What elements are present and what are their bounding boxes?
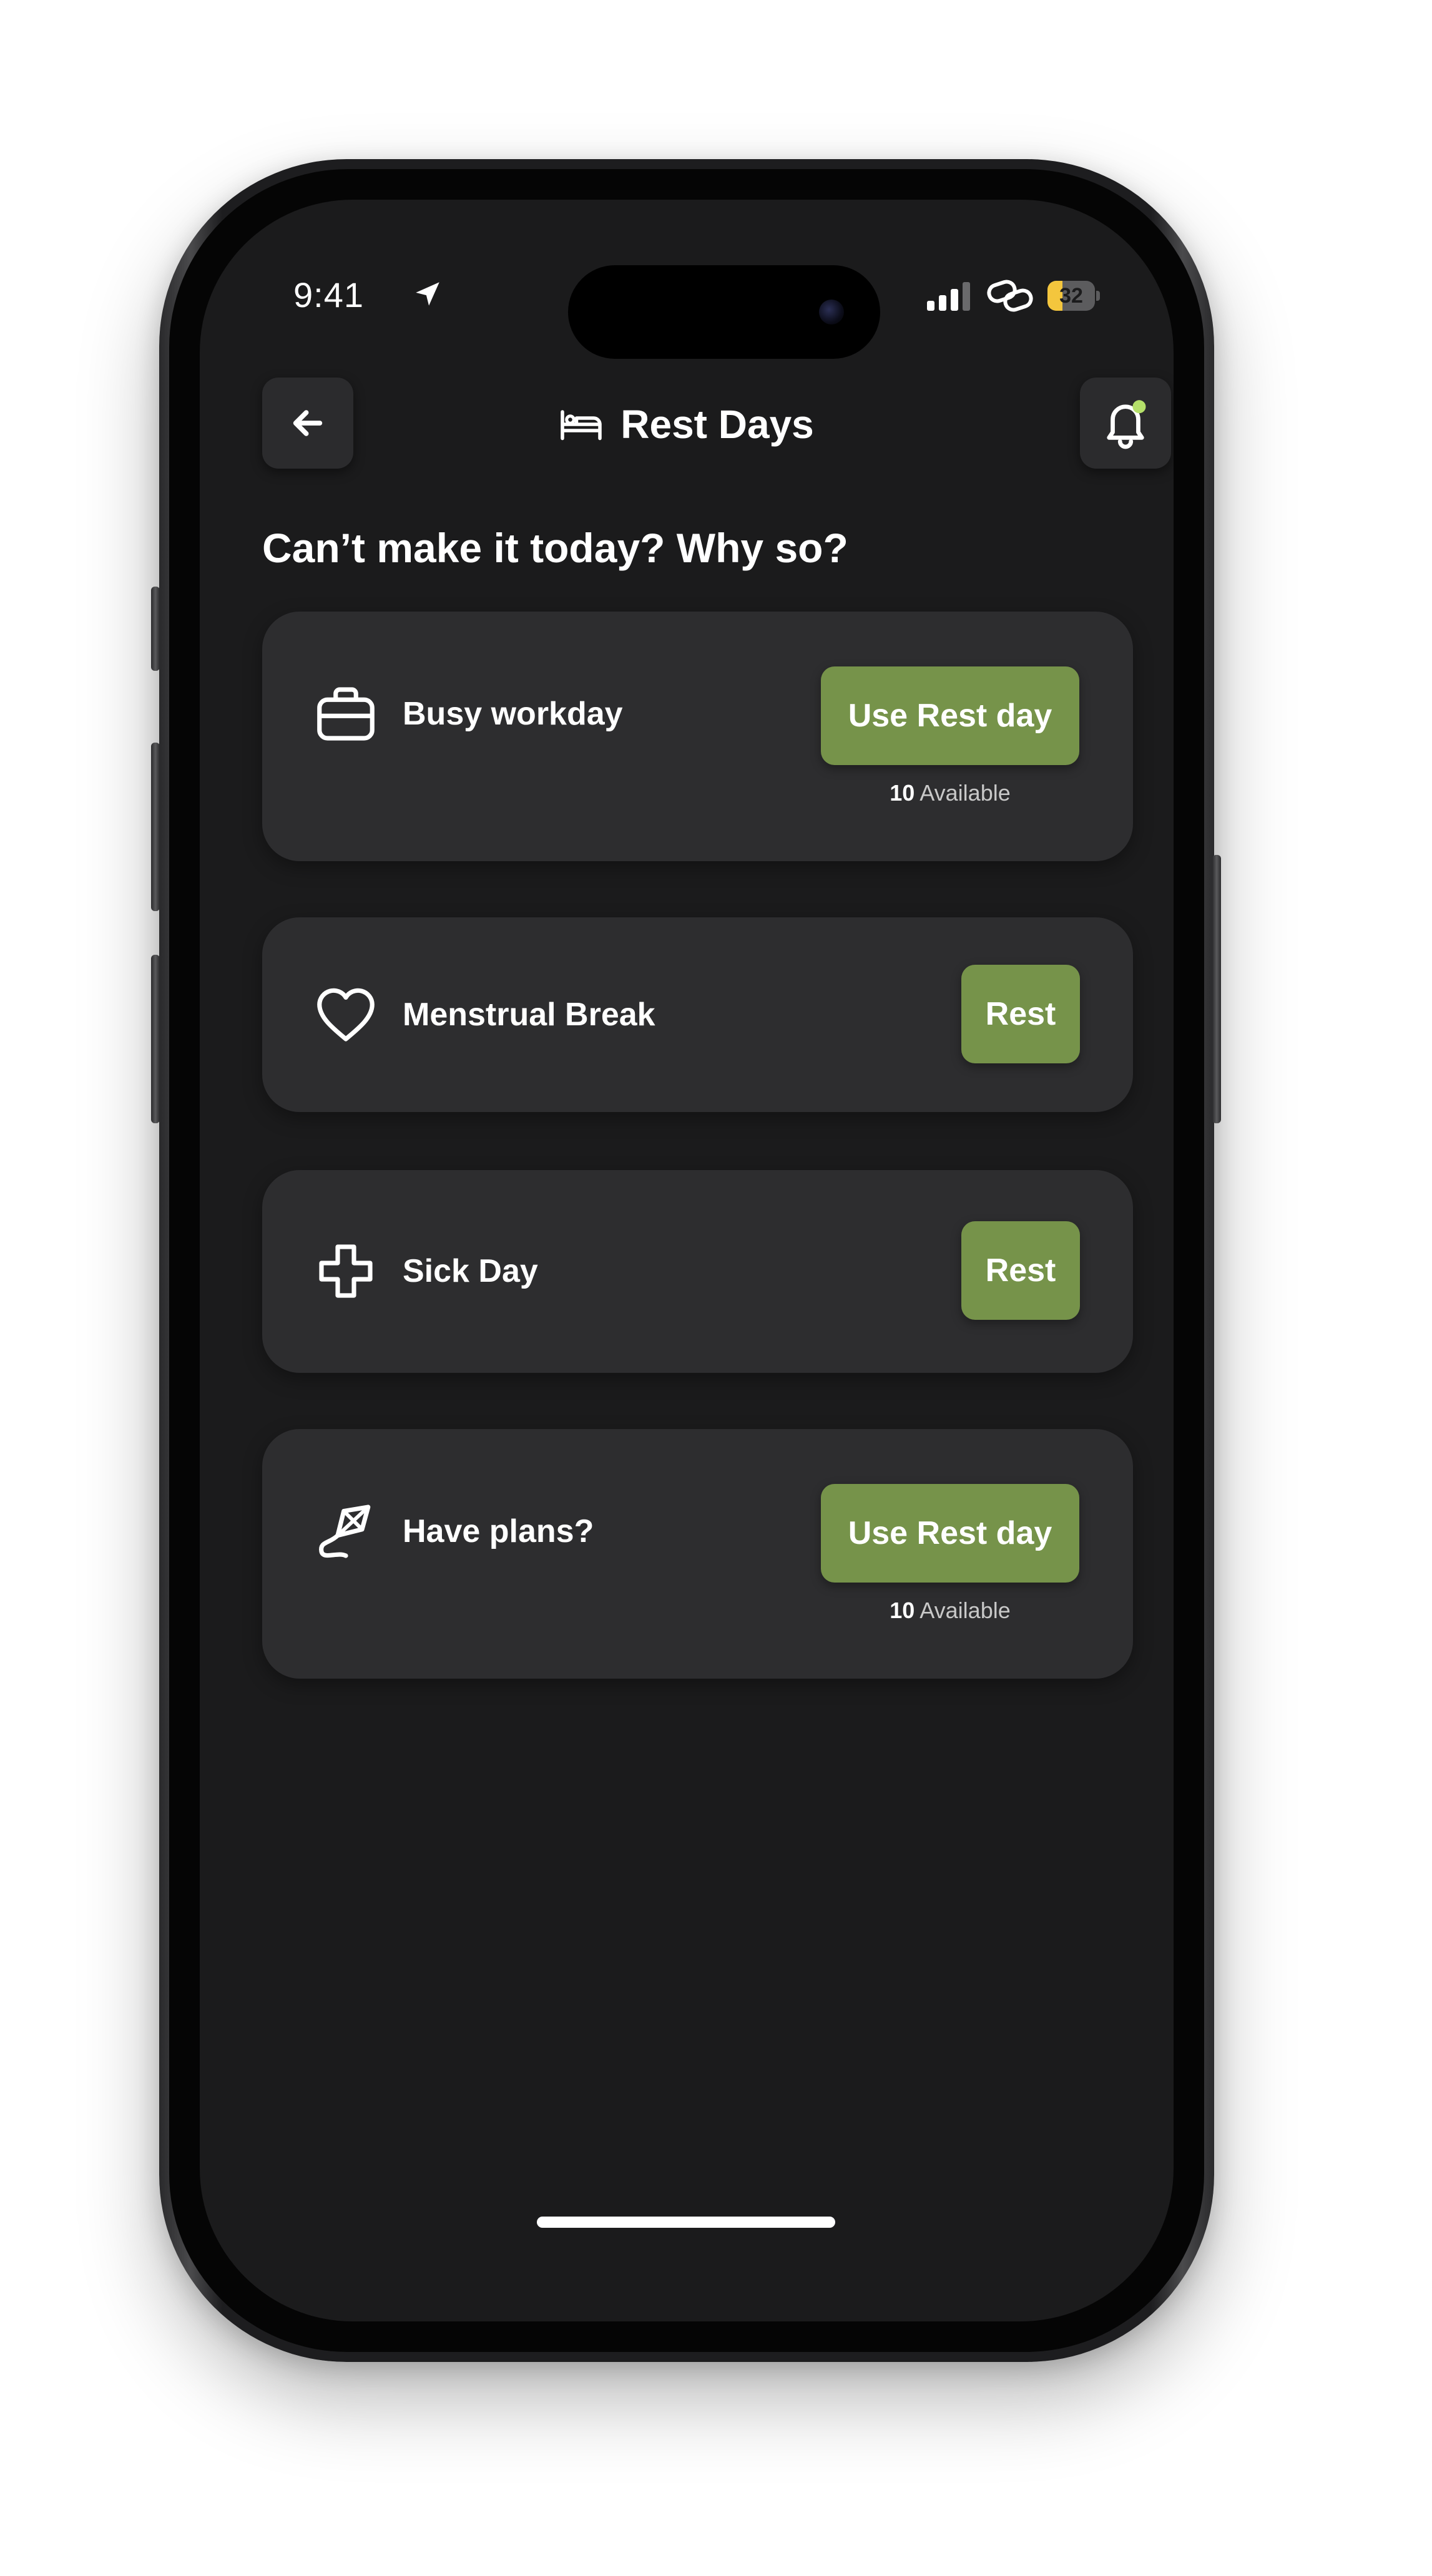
reason-card-sick-day: Sick Day Rest [262, 1170, 1133, 1373]
kite-icon [319, 1505, 371, 1558]
cellular-signal-icon [927, 282, 970, 311]
action-button [151, 587, 160, 671]
reason-label: Menstrual Break [403, 997, 655, 1033]
home-indicator[interactable] [537, 2217, 835, 2228]
bell-icon [1107, 400, 1146, 449]
rest-button[interactable]: Rest [961, 1221, 1080, 1320]
front-camera [819, 300, 844, 324]
use-rest-day-button[interactable]: Use Rest day [821, 666, 1079, 765]
reason-label: Sick Day [403, 1253, 538, 1289]
phone-frame: 9:41 32 Rest Days Can’t make it today? W… [159, 159, 1214, 2362]
available-text: Available [920, 1598, 1011, 1623]
reason-card-menstrual-break: Menstrual Break Rest [262, 917, 1133, 1112]
reason-label: Have plans? [403, 1513, 594, 1549]
link-icon [987, 280, 1033, 312]
volume-down-button [151, 955, 160, 1123]
medical-cross-icon [319, 1244, 373, 1298]
available-count-label: 10 Available [821, 1598, 1079, 1624]
battery-body: 32 [1047, 281, 1095, 311]
rest-button[interactable]: Rest [961, 965, 1080, 1063]
dynamic-island [568, 265, 880, 359]
use-rest-day-button[interactable]: Use Rest day [821, 1484, 1079, 1583]
briefcase-icon [317, 687, 375, 741]
power-button [1212, 855, 1221, 1123]
battery-level: 32 [1059, 284, 1083, 308]
available-text: Available [920, 780, 1011, 806]
volume-up-button [151, 743, 160, 911]
available-count: 10 [890, 1598, 915, 1623]
location-arrow-icon [416, 282, 439, 306]
available-count: 10 [890, 780, 915, 806]
reason-card-busy-workday: Busy workday Use Rest day 10 Available [262, 612, 1133, 861]
heart-icon [317, 988, 375, 1042]
app-screen: 9:41 32 Rest Days Can’t make it today? W… [200, 200, 1174, 2321]
reason-question: Can’t make it today? Why so? [262, 525, 848, 571]
notification-dot [1132, 400, 1146, 414]
reason-label: Busy workday [403, 696, 623, 732]
page-title: Rest Days [620, 402, 814, 447]
available-count-label: 10 Available [821, 780, 1079, 806]
page-header: Rest Days [200, 387, 1174, 462]
battery-cap [1096, 291, 1100, 301]
status-time: 9:41 [293, 275, 364, 315]
bed-icon [561, 410, 602, 441]
reason-card-have-plans: Have plans? Use Rest day 10 Available [262, 1429, 1133, 1679]
battery-indicator: 32 [1047, 281, 1100, 311]
notifications-button[interactable] [1080, 378, 1171, 469]
